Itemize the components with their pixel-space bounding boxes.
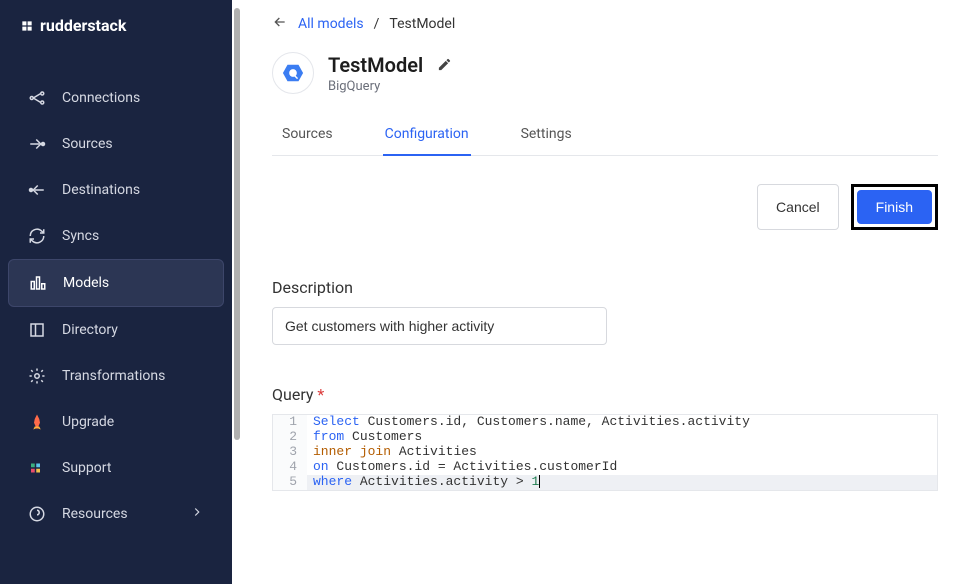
page-subtitle: BigQuery	[328, 79, 452, 94]
syncs-icon	[28, 227, 46, 245]
sidebar-item-destinations[interactable]: Destinations	[8, 167, 224, 213]
description-label: Description	[272, 278, 938, 297]
breadcrumb-current: TestModel	[389, 16, 455, 32]
directory-icon	[28, 321, 46, 339]
sidebar-item-transformations[interactable]: Transformations	[8, 353, 224, 399]
page-title: TestModel	[328, 53, 423, 77]
code-text[interactable]: where Activities.activity > 1	[307, 475, 937, 490]
upgrade-icon	[28, 413, 46, 431]
sidebar-item-upgrade[interactable]: Upgrade	[8, 399, 224, 445]
scrollbar-thumb[interactable]	[234, 8, 240, 440]
line-number: 1	[273, 415, 307, 430]
required-marker: *	[317, 385, 324, 404]
tab-settings[interactable]: Settings	[519, 118, 574, 156]
destinations-icon	[28, 181, 46, 199]
line-number: 4	[273, 460, 307, 475]
line-number: 2	[273, 430, 307, 445]
code-line[interactable]: 1Select Customers.id, Customers.name, Ac…	[273, 415, 937, 430]
models-icon	[29, 274, 47, 292]
sidebar: rudderstack Connections Sources Destinatio…	[0, 0, 232, 584]
action-bar: Cancel Finish	[272, 184, 938, 230]
sources-icon	[28, 135, 46, 153]
sidebar-item-support[interactable]: Support	[8, 445, 224, 491]
scrollbar[interactable]	[232, 0, 240, 584]
resources-icon	[28, 505, 46, 523]
text-cursor	[539, 475, 540, 488]
finish-highlight: Finish	[851, 184, 938, 230]
sidebar-item-models[interactable]: Models	[8, 259, 224, 307]
line-number: 5	[273, 475, 307, 490]
code-text[interactable]: inner join Activities	[307, 445, 937, 460]
source-icon-wrap	[272, 52, 314, 94]
back-icon[interactable]	[272, 14, 288, 34]
main-content: All models / TestModel TestModel BigQuer…	[232, 0, 960, 584]
sidebar-item-label: Directory	[62, 322, 118, 338]
cancel-button[interactable]: Cancel	[757, 184, 839, 230]
edit-icon[interactable]	[437, 53, 452, 77]
code-line[interactable]: 2from Customers	[273, 430, 937, 445]
breadcrumb: All models / TestModel	[272, 14, 938, 34]
sidebar-item-sources[interactable]: Sources	[8, 121, 224, 167]
chevron-right-icon	[190, 505, 204, 523]
breadcrumb-root[interactable]: All models	[298, 16, 364, 32]
nav-list: Connections Sources Destinations Syncs Model…	[0, 75, 232, 537]
tab-sources[interactable]: Sources	[280, 118, 335, 156]
page-title-row: TestModel	[328, 53, 452, 77]
code-line[interactable]: 5where Activities.activity > 1	[273, 475, 937, 490]
description-input[interactable]	[272, 307, 607, 345]
sidebar-item-label: Support	[62, 460, 111, 476]
brand-text: rudderstack	[40, 16, 126, 35]
sidebar-item-connections[interactable]: Connections	[8, 75, 224, 121]
sidebar-item-label: Resources	[62, 506, 128, 522]
bigquery-icon	[282, 62, 304, 84]
code-line[interactable]: 4on Customers.id = Activities.customerId	[273, 460, 937, 475]
code-text[interactable]: from Customers	[307, 430, 937, 445]
finish-button[interactable]: Finish	[857, 190, 932, 224]
query-label-text: Query	[272, 385, 313, 404]
sidebar-item-label: Sources	[62, 136, 113, 152]
breadcrumb-separator: /	[374, 16, 380, 32]
sidebar-item-resources[interactable]: Resources	[8, 491, 224, 537]
sidebar-item-label: Destinations	[62, 182, 140, 198]
connections-icon	[28, 89, 46, 107]
transformations-icon	[28, 367, 46, 385]
tab-configuration[interactable]: Configuration	[383, 118, 471, 156]
sidebar-item-label: Upgrade	[62, 414, 114, 430]
line-number: 3	[273, 445, 307, 460]
sidebar-item-directory[interactable]: Directory	[8, 307, 224, 353]
code-text[interactable]: Select Customers.id, Customers.name, Act…	[307, 415, 937, 430]
sidebar-item-label: Transformations	[62, 368, 165, 384]
page-header: TestModel BigQuery	[272, 52, 938, 94]
brand-icon	[20, 19, 34, 33]
brand: rudderstack	[0, 16, 232, 75]
code-line[interactable]: 3inner join Activities	[273, 445, 937, 460]
query-editor[interactable]: 1Select Customers.id, Customers.name, Ac…	[272, 414, 938, 491]
sidebar-item-label: Models	[63, 275, 109, 291]
query-label: Query *	[272, 385, 938, 404]
sidebar-item-label: Syncs	[62, 228, 99, 244]
tabs: Sources Configuration Settings	[272, 118, 938, 156]
sidebar-item-label: Connections	[62, 90, 140, 106]
support-icon	[28, 459, 46, 477]
code-text[interactable]: on Customers.id = Activities.customerId	[307, 460, 937, 475]
sidebar-item-syncs[interactable]: Syncs	[8, 213, 224, 259]
